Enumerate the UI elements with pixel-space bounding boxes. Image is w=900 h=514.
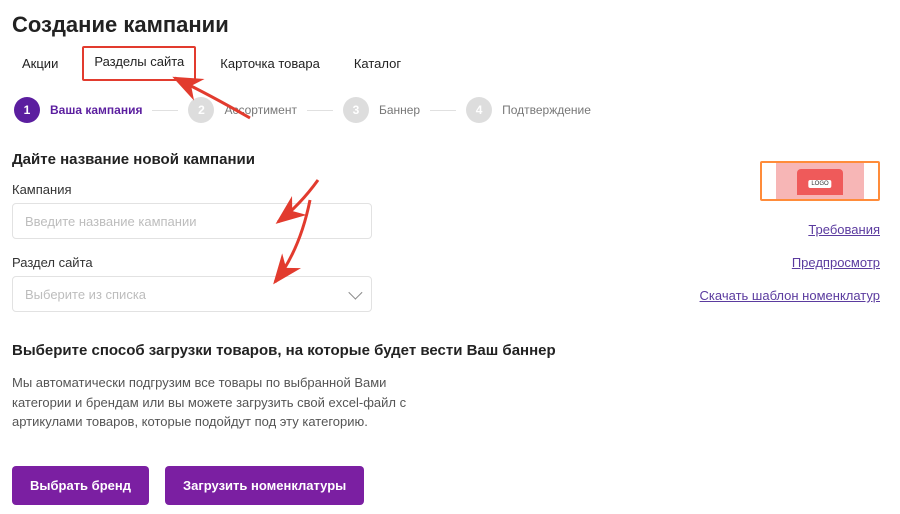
step-4[interactable]: 4 Подтверждение	[466, 97, 591, 123]
page-title: Создание кампании	[12, 12, 880, 38]
step-2-label: Ассортимент	[224, 103, 296, 117]
campaign-name-heading: Дайте название новой кампании	[12, 151, 572, 168]
banner-preview-label: LOGO	[808, 180, 831, 188]
tab-promotions[interactable]: Акции	[18, 52, 62, 75]
site-section-select[interactable]: Выберите из списка	[12, 276, 372, 312]
chevron-down-icon	[348, 286, 362, 300]
step-separator	[307, 110, 333, 111]
section-field-label: Раздел сайта	[12, 255, 572, 270]
tab-catalog[interactable]: Каталог	[350, 52, 405, 75]
upload-nomenclature-button[interactable]: Загрузить номенклатуры	[165, 466, 364, 505]
step-3[interactable]: 3 Баннер	[343, 97, 420, 123]
step-4-number: 4	[466, 97, 492, 123]
preview-link[interactable]: Предпросмотр	[580, 255, 880, 270]
step-separator	[430, 110, 456, 111]
stepper: 1 Ваша кампания 2 Ассортимент 3 Баннер 4…	[12, 97, 880, 123]
choose-brand-button[interactable]: Выбрать бренд	[12, 466, 149, 505]
campaign-name-input[interactable]	[12, 203, 372, 239]
step-1-label: Ваша кампания	[50, 103, 142, 117]
step-4-label: Подтверждение	[502, 103, 591, 117]
step-separator	[152, 110, 178, 111]
tabs: Акции Разделы сайта Карточка товара Ката…	[12, 52, 880, 75]
step-3-label: Баннер	[379, 103, 420, 117]
download-template-link[interactable]: Скачать шаблон номенклатур	[580, 288, 880, 303]
tab-product-card[interactable]: Карточка товара	[216, 52, 324, 75]
step-3-number: 3	[343, 97, 369, 123]
banner-preview-thumbnail[interactable]: LOGO	[760, 161, 880, 201]
campaign-field-label: Кампания	[12, 182, 572, 197]
upload-helper-text: Мы автоматически подгрузим все товары по…	[12, 373, 442, 432]
upload-method-heading: Выберите способ загрузки товаров, на кот…	[12, 342, 572, 359]
step-1-number: 1	[14, 97, 40, 123]
site-section-placeholder: Выберите из списка	[25, 287, 146, 302]
step-1[interactable]: 1 Ваша кампания	[14, 97, 142, 123]
step-2[interactable]: 2 Ассортимент	[188, 97, 296, 123]
requirements-link[interactable]: Требования	[580, 222, 880, 237]
step-2-number: 2	[188, 97, 214, 123]
tab-site-sections[interactable]: Разделы сайта	[82, 46, 196, 81]
